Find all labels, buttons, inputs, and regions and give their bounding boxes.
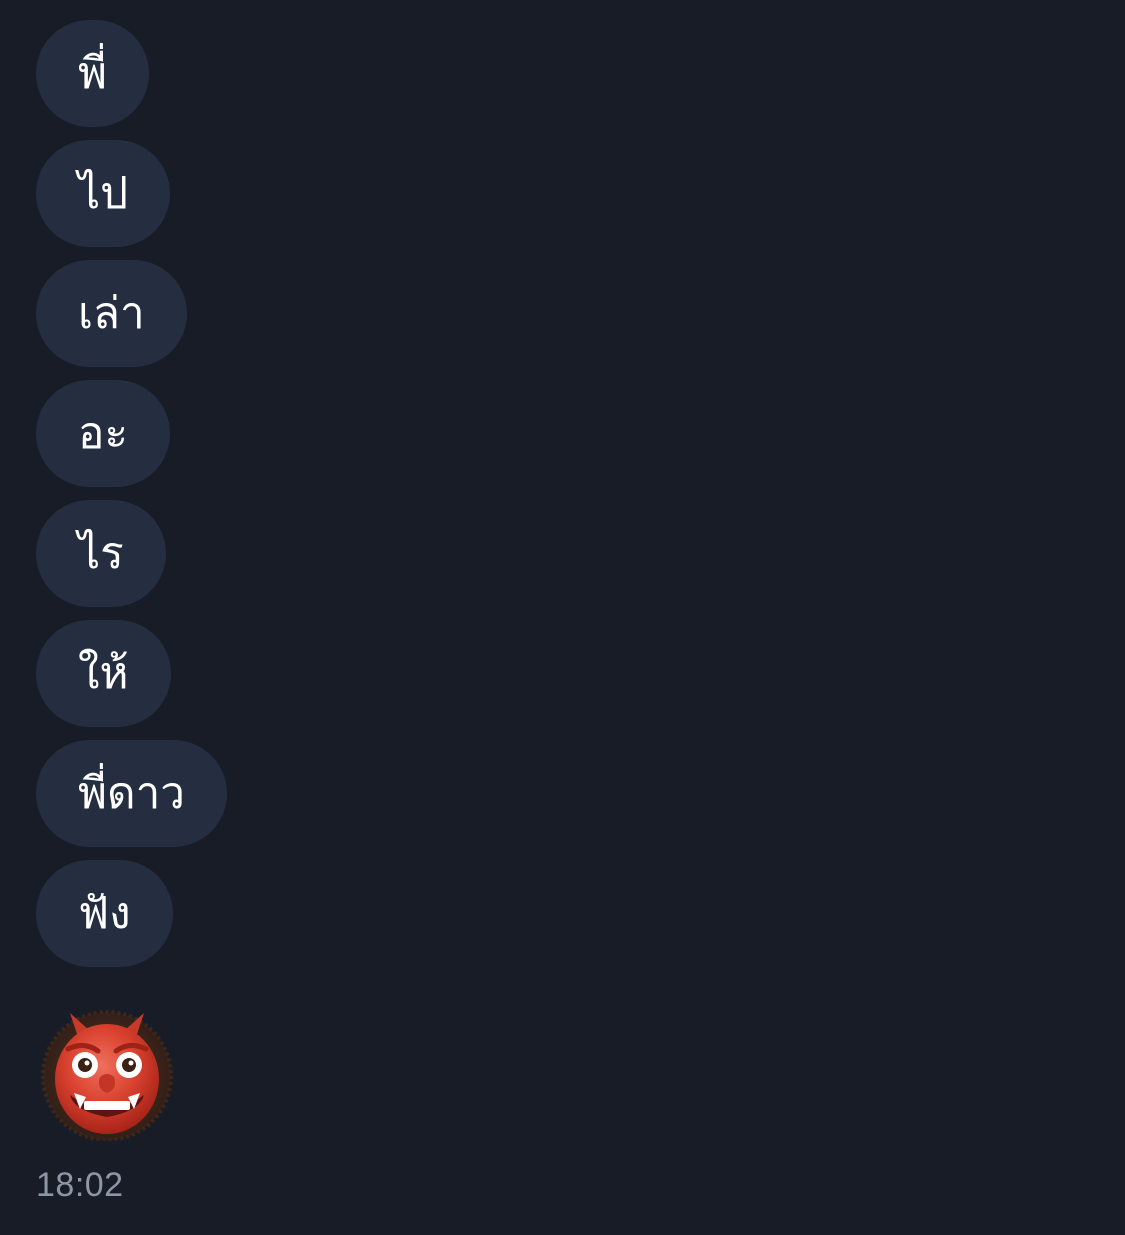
ogre-icon[interactable] bbox=[40, 1007, 174, 1141]
message-bubble[interactable]: เล่า bbox=[36, 260, 187, 367]
message-bubble[interactable]: อะ bbox=[36, 380, 171, 487]
message-timestamp: 18:02 bbox=[36, 1166, 124, 1204]
message-bubble[interactable]: ฟัง bbox=[36, 860, 173, 967]
message-thread: พี่ ไป เล่า อะ ไร ให้ พี่ดาว ฟัง 18:02 bbox=[36, 20, 1086, 1205]
message-bubble[interactable]: ให้ bbox=[36, 620, 171, 727]
message-bubble[interactable]: พี่ดาว bbox=[36, 740, 227, 847]
message-bubble[interactable]: พี่ bbox=[36, 20, 150, 127]
message-bubble[interactable]: ไป bbox=[36, 140, 171, 247]
message-bubble[interactable]: ไร bbox=[36, 500, 166, 607]
message-list: พี่ ไป เล่า อะ ไร ให้ พี่ดาว ฟัง bbox=[36, 20, 1086, 980]
